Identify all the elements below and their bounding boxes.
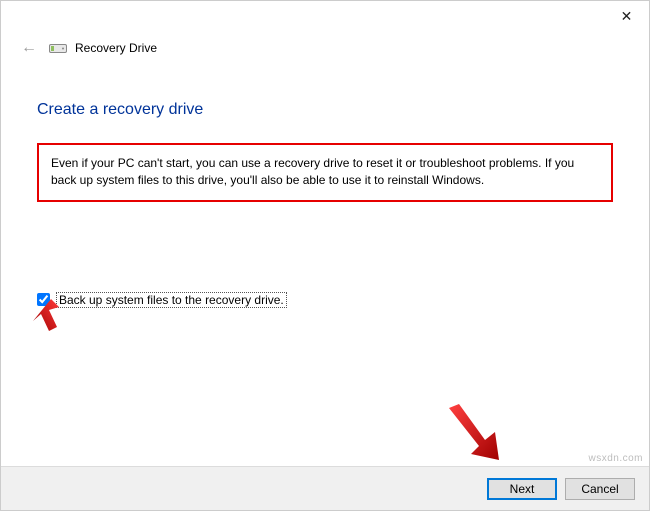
cancel-button[interactable]: Cancel: [565, 478, 635, 500]
header-row: ← Recovery Drive: [1, 31, 649, 59]
titlebar: ✕: [1, 1, 649, 31]
close-icon: ✕: [621, 8, 633, 25]
recovery-drive-wizard: ✕ ← Recovery Drive Create a recovery dri…: [0, 0, 650, 511]
watermark-text: wsxdn.com: [588, 453, 643, 464]
page-heading: Create a recovery drive: [37, 101, 613, 119]
wizard-footer: Next Cancel: [1, 466, 649, 510]
next-button-label: Next: [510, 482, 535, 496]
close-button[interactable]: ✕: [604, 1, 649, 31]
content-area: Create a recovery drive Even if your PC …: [1, 59, 649, 309]
window-title: Recovery Drive: [75, 41, 157, 55]
cancel-button-label: Cancel: [581, 482, 618, 496]
back-button[interactable]: ←: [17, 37, 41, 59]
recovery-drive-icon: [49, 42, 67, 54]
description-text: Even if your PC can't start, you can use…: [51, 156, 574, 187]
backup-system-files-checkbox[interactable]: [37, 293, 50, 306]
next-button[interactable]: Next: [487, 478, 557, 500]
annotation-arrow-icon: [445, 404, 503, 464]
backup-checkbox-row[interactable]: Back up system files to the recovery dri…: [37, 292, 287, 308]
description-highlight-box: Even if your PC can't start, you can use…: [37, 143, 613, 202]
backup-system-files-label[interactable]: Back up system files to the recovery dri…: [56, 292, 287, 308]
